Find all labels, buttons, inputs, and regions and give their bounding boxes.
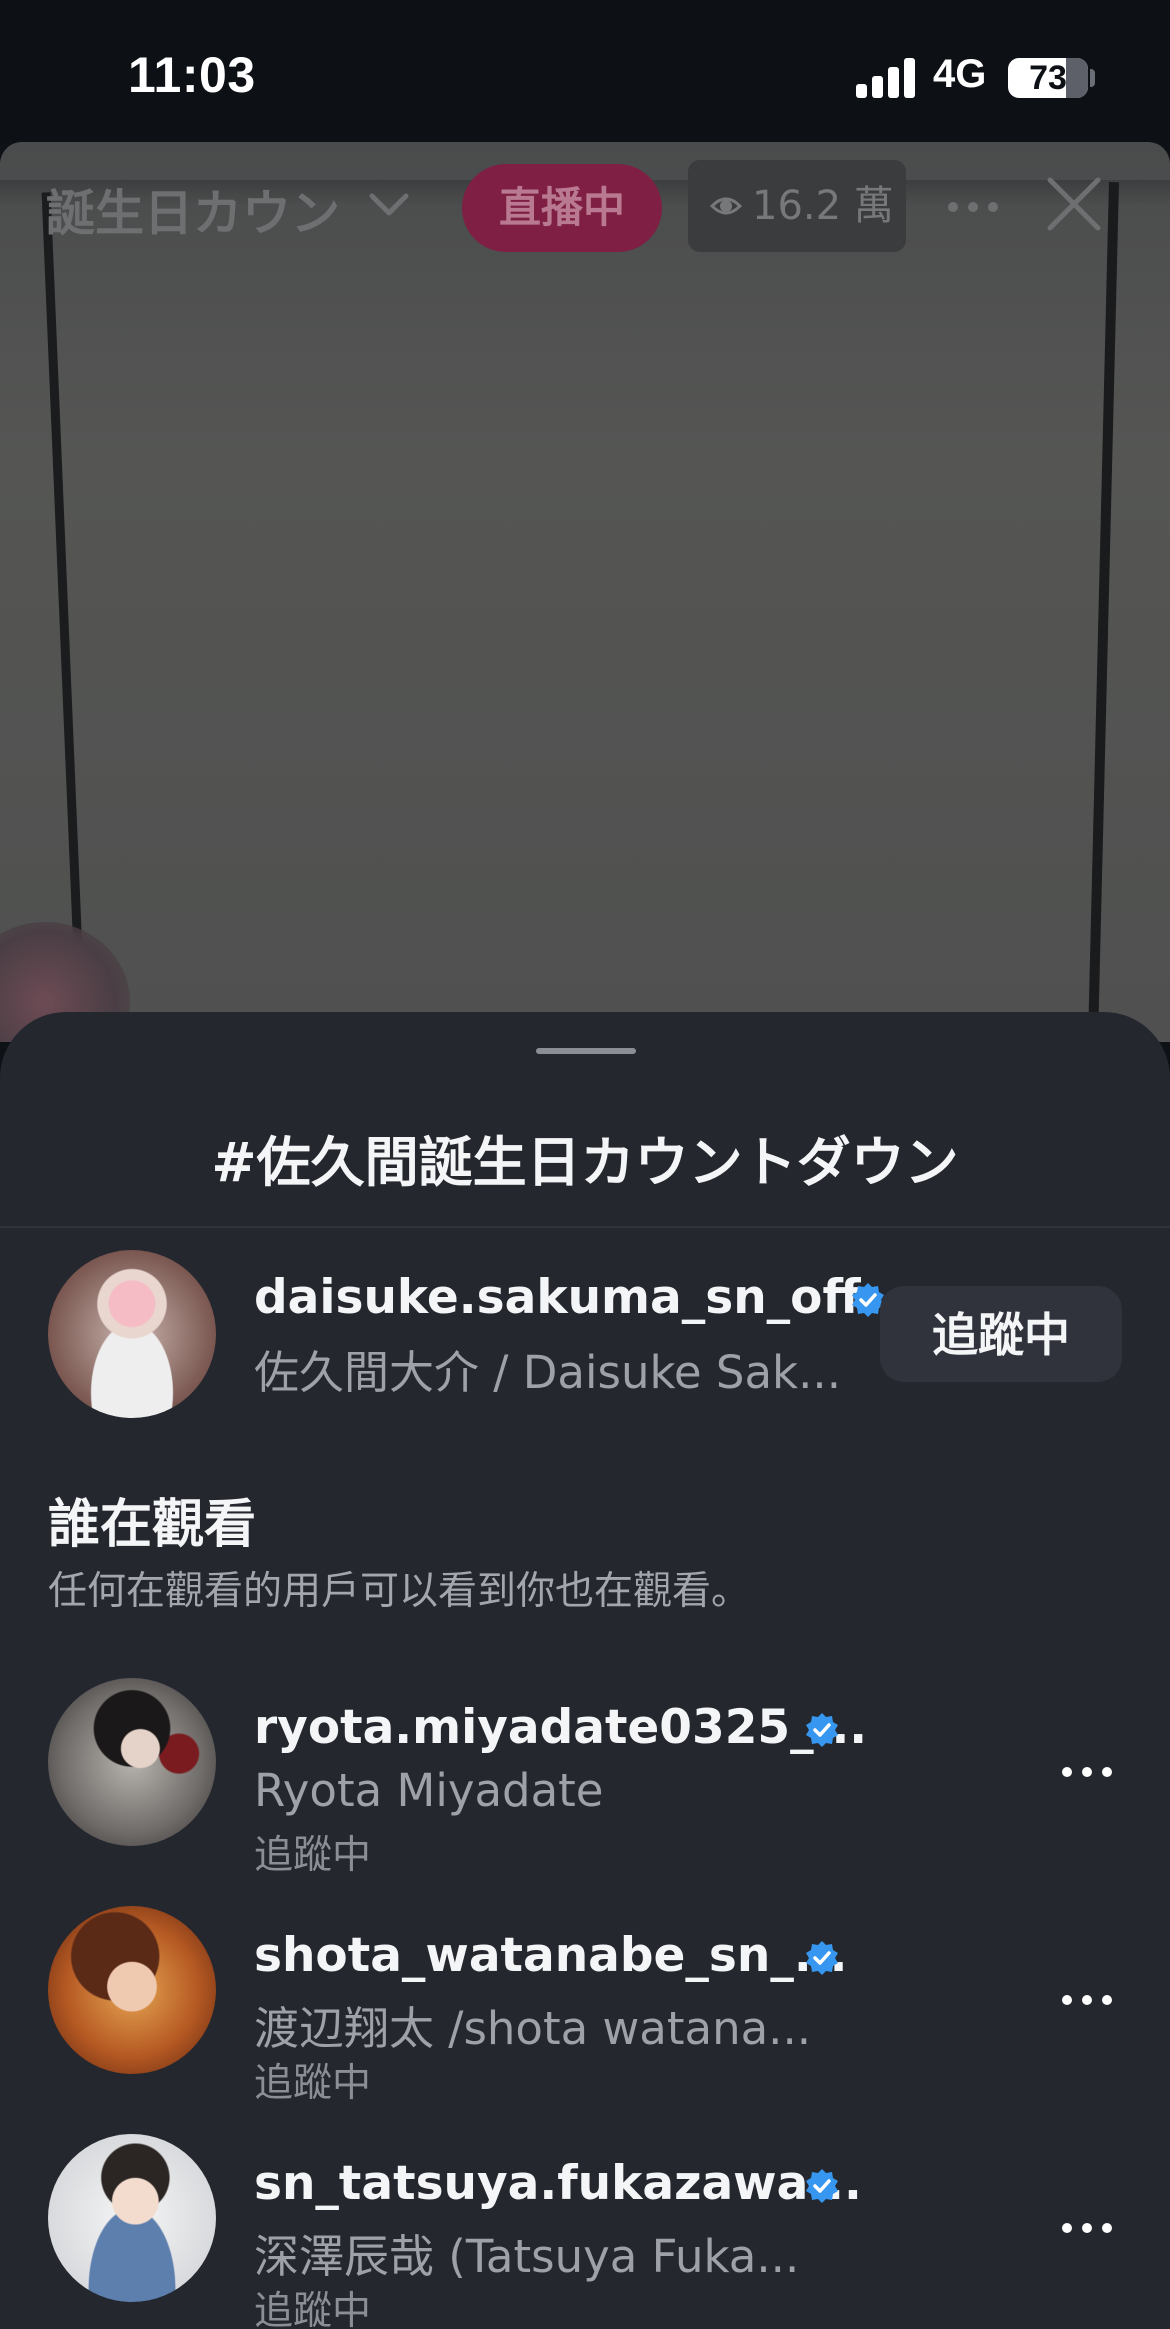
signal-icon (856, 58, 915, 98)
section-heading: 誰在觀看 (48, 1495, 257, 1555)
live-badge: 直播中 (462, 164, 662, 252)
screen: 11:03 4G 73 誕生日カウン 直播中 16.2 萬 #佐久間誕生日カウン… (0, 0, 1170, 2329)
watcher-follow-status: 追蹤中 (254, 2061, 372, 2106)
chevron-down-icon[interactable] (368, 190, 410, 220)
watcher-follow-status: 追蹤中 (254, 2289, 372, 2329)
following-button[interactable]: 追蹤中 (880, 1286, 1122, 1382)
verified-badge-icon (806, 1941, 838, 1975)
more-icon[interactable] (1060, 1762, 1114, 1782)
watcher-username[interactable]: sn_tatsuya.fukazawa... (254, 2156, 862, 2211)
verified-badge-icon (806, 1713, 838, 1747)
watcher-avatar[interactable] (48, 1678, 216, 1846)
sheet-drag-handle[interactable] (536, 1048, 636, 1054)
more-icon[interactable] (1060, 2218, 1114, 2238)
battery-icon: 73 (1008, 58, 1088, 98)
watcher-display-name: 渡辺翔太 /shota watana... (254, 2002, 812, 2055)
watcher-follow-status: 追蹤中 (254, 1833, 372, 1878)
watcher-display-name: 深澤辰哉 (Tatsuya Fuka... (254, 2230, 800, 2283)
live-title[interactable]: 誕生日カウン (46, 174, 340, 245)
more-icon[interactable] (946, 192, 1000, 222)
watcher-username[interactable]: ryota.miyadate0325_... (254, 1700, 867, 1755)
network-label: 4G (933, 52, 987, 96)
status-bar: 11:03 4G 73 (0, 0, 1170, 142)
sheet-title: #佐久間誕生日カウントダウン (211, 1131, 959, 1194)
close-icon[interactable] (1044, 174, 1104, 234)
watcher-username[interactable]: shota_watanabe_sn_... (254, 1928, 847, 1983)
viewer-count: 16.2 萬 (752, 183, 894, 229)
backdrop-pole-left (41, 192, 88, 1042)
battery-level: 73 (1029, 59, 1067, 97)
live-video[interactable] (0, 142, 1170, 1042)
more-icon[interactable] (1060, 1990, 1114, 2010)
eye-icon (710, 197, 742, 215)
host-display-name: 佐久間大介 / Daisuke Sak... (254, 1346, 842, 1399)
status-time: 11:03 (128, 47, 256, 103)
viewer-count-pill[interactable]: 16.2 萬 (688, 160, 906, 252)
divider (0, 1226, 1170, 1228)
host-username[interactable]: daisuke.sakuma_sn_off... (254, 1270, 914, 1325)
watcher-avatar[interactable] (48, 2134, 216, 2302)
backdrop-pole-right (1087, 182, 1119, 1042)
battery-tip (1090, 69, 1095, 87)
viewers-sheet: #佐久間誕生日カウントダウン daisuke.sakuma_sn_off... … (0, 1012, 1170, 2329)
host-avatar[interactable] (48, 1250, 216, 1418)
watcher-avatar[interactable] (48, 1906, 216, 2074)
watcher-display-name: Ryota Miyadate (254, 1764, 604, 1817)
section-description: 任何在觀看的用戶可以看到你也在觀看。 (48, 1569, 751, 1614)
live-top-bar: 誕生日カウン 直播中 16.2 萬 (0, 142, 1170, 272)
verified-badge-icon (806, 2169, 838, 2203)
